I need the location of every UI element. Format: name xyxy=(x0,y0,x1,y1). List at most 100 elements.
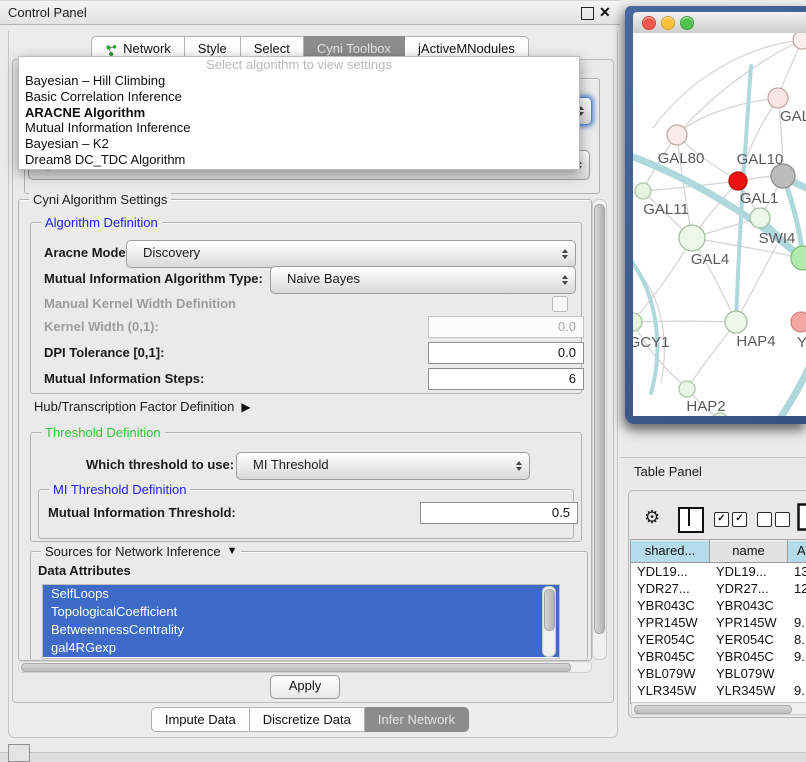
tab-label: Discretize Data xyxy=(263,709,351,730)
table-row[interactable]: YBR045C YBR045C 9. xyxy=(631,648,806,665)
node-label: SWI4 xyxy=(759,230,796,247)
list-item-selected[interactable]: TopologicalCoefficient xyxy=(43,603,559,621)
which-threshold-combobox[interactable]: MI Threshold xyxy=(236,452,530,480)
unchecked-checkbox-icon[interactable] xyxy=(775,512,790,527)
table-row[interactable]: YDL19... YDL19... 13 xyxy=(631,563,806,580)
node[interactable] xyxy=(768,88,788,108)
split-columns-icon[interactable] xyxy=(678,507,704,533)
mi-threshold-field[interactable]: 0.5 xyxy=(420,502,578,524)
combobox-value: Discovery xyxy=(127,241,575,265)
node-label: GCY1 xyxy=(633,334,669,351)
node-attribute-table[interactable]: shared... name A YDL19... YDL19... 13 YD… xyxy=(630,539,806,704)
float-window-icon[interactable] xyxy=(581,7,594,20)
scrollbar-thumb[interactable] xyxy=(21,663,571,672)
table-horizontal-scrollbar[interactable] xyxy=(631,702,806,715)
close-icon[interactable]: ✕ xyxy=(599,1,611,24)
table-row[interactable]: YBL079W YBL079W xyxy=(631,665,806,682)
table-row[interactable]: YER054C YER054C 8. xyxy=(631,631,806,648)
node-selected-red[interactable] xyxy=(729,172,747,190)
close-button[interactable] xyxy=(642,16,656,30)
list-item-selected[interactable]: gal4RGexp xyxy=(43,639,559,657)
checked-checkbox-icon[interactable]: ✓ xyxy=(714,512,729,527)
column-header-name[interactable]: name xyxy=(710,540,788,563)
network-window-titlebar[interactable] xyxy=(633,12,806,34)
node-gal4[interactable] xyxy=(679,225,705,251)
aracne-mode-label: Aracne Mode: xyxy=(44,240,130,266)
cyni-mode-tabs: Impute Data Discretize Data Infer Networ… xyxy=(0,707,620,730)
settings-vertical-scrollbar[interactable] xyxy=(592,199,607,660)
gear-icon[interactable]: ⚙ xyxy=(644,506,664,528)
algorithm-dropdown-popup: Select algorithm to view settings Bayesi… xyxy=(18,56,580,170)
dpi-tolerance-field[interactable]: 0.0 xyxy=(428,342,584,364)
data-attributes-label: Data Attributes xyxy=(38,563,131,578)
groupbox-title-row[interactable]: Sources for Network Inference ▼ xyxy=(41,544,241,559)
network-icon xyxy=(105,42,118,55)
table-row[interactable]: YBR043C YBR043C xyxy=(631,597,806,614)
table-row[interactable]: YDR27... YDR27... 12 xyxy=(631,580,806,597)
groupbox-title: Algorithm Definition xyxy=(41,215,162,230)
which-threshold-label: Which threshold to use: xyxy=(86,452,234,478)
data-attributes-list[interactable]: SelfLoops TopologicalCoefficient Between… xyxy=(42,584,560,659)
scrollbar-thumb[interactable] xyxy=(544,589,555,631)
check-glyph: ✓ xyxy=(717,513,725,524)
list-vertical-scrollbar[interactable] xyxy=(542,586,556,657)
spinner-icon xyxy=(562,275,568,285)
node-label: Y xyxy=(797,334,806,351)
column-header-shared-name[interactable]: shared... xyxy=(631,540,710,563)
cell-shared-name: YPR145W xyxy=(631,614,710,631)
node-label: GAL4 xyxy=(691,251,729,268)
node-label: HAP4 xyxy=(736,333,775,350)
dropdown-item[interactable]: Basic Correlation Inference xyxy=(19,89,579,105)
cell-shared-name: YER054C xyxy=(631,631,710,648)
tab-discretize-data[interactable]: Discretize Data xyxy=(250,707,365,732)
cell-shared-name: YDR27... xyxy=(631,580,710,597)
column-header-cut[interactable]: A xyxy=(788,540,806,563)
tab-infer-network[interactable]: Infer Network xyxy=(365,707,469,732)
node-label: GAL10 xyxy=(737,151,784,168)
apply-button[interactable]: Apply xyxy=(270,675,340,699)
spinner-icon xyxy=(516,461,522,471)
control-panel-titlebar: Control Panel ✕ xyxy=(0,0,620,25)
node-hap2[interactable] xyxy=(679,381,695,397)
document-icon[interactable] xyxy=(797,503,806,531)
cell-name: YDL19... xyxy=(710,563,788,580)
mi-steps-field[interactable]: 6 xyxy=(428,368,584,390)
unchecked-checkbox-icon[interactable] xyxy=(757,512,772,527)
network-view-canvas[interactable]: GAL GAL80 GAL10 GAL1 GAL11 SWI4 GAL4 GCY… xyxy=(633,33,806,416)
minimize-button[interactable] xyxy=(661,16,675,30)
dropdown-item[interactable]: Mutual Information Inference xyxy=(19,120,579,136)
dropdown-item[interactable]: Dream8 DC_TDC Algorithm xyxy=(19,152,579,168)
dropdown-item-selected[interactable]: ARACNE Algorithm xyxy=(19,105,579,121)
kernel-width-field[interactable]: 0.0 xyxy=(428,316,584,338)
cell-value: 9. xyxy=(788,682,806,699)
list-item-selected[interactable]: SelfLoops xyxy=(43,585,559,603)
dpi-tolerance-label: DPI Tolerance [0,1]: xyxy=(44,342,164,364)
groupbox-title: Sources for Network Inference xyxy=(45,544,221,559)
expand-right-icon: ▶ xyxy=(241,400,250,414)
cell-value: 13 xyxy=(788,563,806,580)
dropdown-item[interactable]: Bayesian – Hill Climbing xyxy=(19,73,579,89)
node-gal80[interactable] xyxy=(667,125,687,145)
node-y[interactable] xyxy=(791,312,806,332)
minimized-panel-icon[interactable] xyxy=(8,744,30,762)
zoom-button[interactable] xyxy=(680,16,694,30)
manual-kernel-width-checkbox[interactable] xyxy=(552,296,568,312)
node-hap4[interactable] xyxy=(725,311,747,333)
node-gal1[interactable] xyxy=(750,208,770,228)
node-gal11[interactable] xyxy=(635,183,651,199)
scrollbar-thumb[interactable] xyxy=(634,705,792,714)
checked-checkbox-icon[interactable]: ✓ xyxy=(732,512,747,527)
node-label: GAL80 xyxy=(658,150,705,167)
tab-impute-data[interactable]: Impute Data xyxy=(151,707,250,732)
list-item-selected[interactable]: BetweennessCentrality xyxy=(43,621,559,639)
scrollbar-thumb[interactable] xyxy=(594,204,605,634)
node-gcy1[interactable] xyxy=(633,313,642,331)
table-row[interactable]: YPR145W YPR145W 9. xyxy=(631,614,806,631)
aracne-mode-combobox[interactable]: Discovery xyxy=(126,240,576,268)
table-row[interactable]: YLR345W YLR345W 9. xyxy=(631,682,806,699)
node[interactable] xyxy=(793,33,806,49)
dropdown-item[interactable]: Bayesian – K2 xyxy=(19,136,579,152)
settings-horizontal-scrollbar[interactable] xyxy=(18,661,592,673)
hub-tf-definition-expander[interactable]: Hub/Transcription Factor Definition ▶ xyxy=(34,399,251,414)
mi-algorithm-type-combobox[interactable]: Naive Bayes xyxy=(270,266,576,294)
